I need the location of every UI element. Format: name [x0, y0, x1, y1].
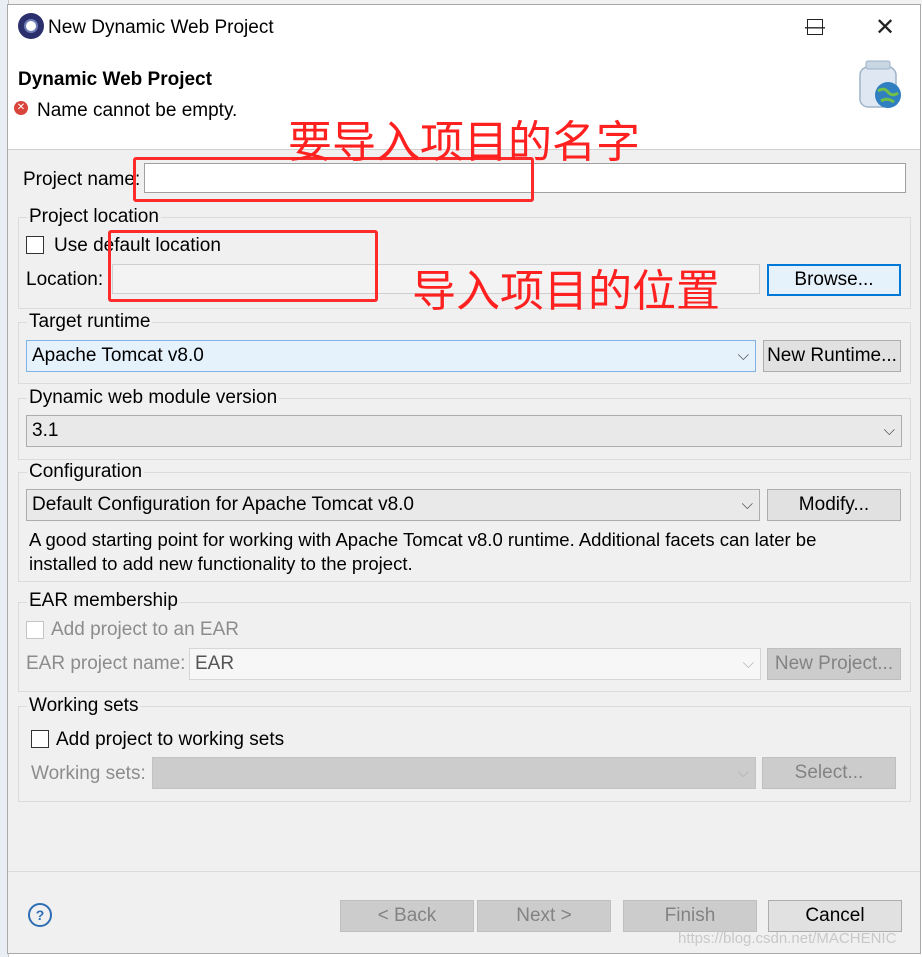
window-title: New Dynamic Web Project — [48, 17, 274, 38]
page-title: Dynamic Web Project — [18, 69, 212, 90]
watermark: https://blog.csdn.net/MACHENIC — [678, 930, 897, 947]
chevron-down-icon: ⌵ — [742, 655, 754, 672]
back-button[interactable]: < Back — [340, 900, 474, 932]
configuration-description-line2: installed to add new functionality to th… — [29, 553, 413, 574]
project-name-label: Project name: — [23, 169, 141, 190]
chevron-down-icon: ⌵ — [737, 764, 749, 781]
location-label: Location: — [26, 269, 104, 290]
add-to-ear-label: Add project to an EAR — [51, 619, 239, 640]
target-runtime-value: Apache Tomcat v8.0 — [32, 345, 204, 366]
chevron-down-icon: ⌵ — [883, 422, 895, 439]
close-icon[interactable]: ✕ — [862, 5, 908, 49]
select-working-sets-button[interactable]: Select... — [762, 757, 896, 789]
ear-membership-group-label: EAR membership — [27, 590, 180, 612]
configuration-value: Default Configuration for Apache Tomcat … — [32, 494, 414, 515]
title-bar: New Dynamic Web Project — ✕ — [8, 5, 920, 49]
working-sets-select[interactable]: ⌵ — [152, 757, 756, 789]
ear-project-name-value: EAR — [195, 653, 235, 674]
help-icon[interactable]: ? — [28, 903, 52, 927]
annotation-box-location — [108, 230, 378, 302]
next-button[interactable]: Next > — [477, 900, 611, 932]
maximize-icon — [807, 19, 823, 35]
use-default-location-checkbox[interactable] — [26, 236, 44, 254]
ear-project-name-label: EAR project name: — [26, 653, 186, 674]
configuration-select[interactable]: Default Configuration for Apache Tomcat … — [26, 489, 760, 521]
working-sets-group-label: Working sets — [27, 695, 141, 717]
modify-button[interactable]: Modify... — [767, 489, 901, 521]
target-runtime-select[interactable]: Apache Tomcat v8.0 ⌵ — [26, 340, 756, 372]
add-to-working-sets-label: Add project to working sets — [56, 729, 285, 750]
module-version-group-label: Dynamic web module version — [27, 387, 280, 409]
chevron-down-icon: ⌵ — [741, 496, 753, 513]
finish-button[interactable]: Finish — [623, 900, 757, 932]
annotation-location-note: 导入项目的位置 — [412, 266, 720, 317]
eclipse-icon — [18, 13, 44, 39]
new-runtime-button[interactable]: New Runtime... — [763, 340, 901, 372]
web-project-wizard-icon — [859, 60, 901, 108]
maximize-button[interactable] — [792, 5, 838, 49]
working-sets-label: Working sets: — [31, 763, 146, 784]
target-runtime-group-label: Target runtime — [27, 311, 153, 333]
ear-project-name-select[interactable]: EAR ⌵ — [189, 648, 761, 680]
footer-divider — [8, 871, 920, 872]
configuration-description-line1: A good starting point for working with A… — [29, 529, 817, 550]
annotation-name-note: 要导入项目的名字 — [288, 117, 640, 168]
configuration-group-label: Configuration — [27, 461, 145, 483]
browse-button[interactable]: Browse... — [767, 264, 901, 296]
module-version-select[interactable]: 3.1 ⌵ — [26, 415, 902, 447]
module-version-value: 3.1 — [32, 420, 59, 441]
add-to-working-sets-checkbox[interactable] — [31, 730, 49, 748]
error-message: Name cannot be empty. — [37, 100, 238, 121]
new-project-button[interactable]: New Project... — [767, 648, 901, 680]
error-icon: ✕ — [14, 101, 28, 115]
add-to-ear-checkbox[interactable] — [26, 621, 44, 639]
cancel-button[interactable]: Cancel — [768, 900, 902, 932]
project-location-group-label: Project location — [27, 206, 161, 228]
chevron-down-icon: ⌵ — [737, 347, 749, 364]
